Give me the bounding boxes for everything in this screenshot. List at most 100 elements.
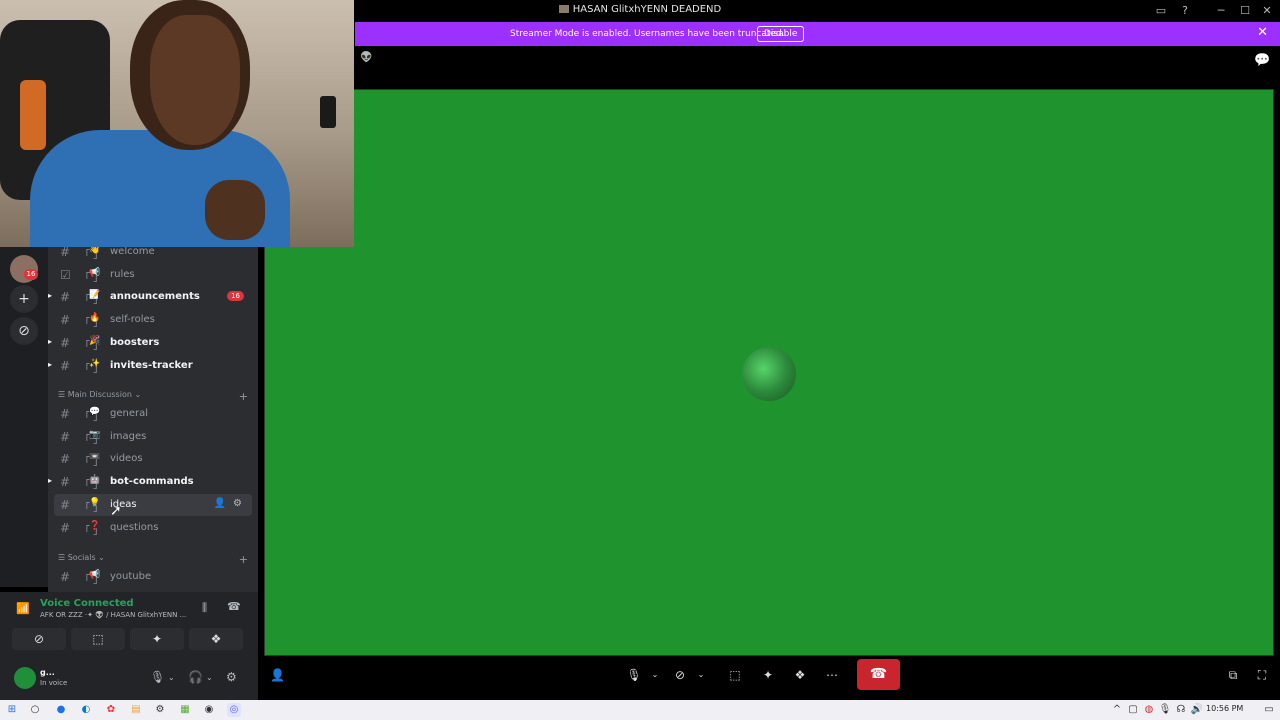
more-options-icon[interactable]: ⋯ bbox=[824, 664, 840, 686]
chrome-icon[interactable]: ● bbox=[54, 703, 68, 717]
category-socials[interactable]: ☰ Socials ⌄ + bbox=[58, 553, 248, 567]
channel-bot-commands[interactable]: ▸ # 「 」 🤖 bot-commands bbox=[48, 471, 258, 493]
clock[interactable]: 10:56 PM bbox=[1206, 704, 1243, 713]
channel-welcome[interactable]: # 「 」 👋 welcome bbox=[48, 247, 258, 263]
channel-name: bot-commands bbox=[110, 476, 194, 488]
phone-on-wall bbox=[320, 96, 336, 128]
windows-taskbar: ⊞ ○ ● ◐ ✿ ▤ ⚙ ▦ ◉ ◎ ^ ▢ ◍ 🎙 ☊ 🔊 10:56 PM… bbox=[0, 700, 1280, 720]
disable-streamer-mode-button[interactable]: Disable bbox=[757, 26, 805, 42]
channel-name: welcome bbox=[110, 247, 155, 257]
app-icon[interactable]: ▦ bbox=[178, 703, 192, 717]
close-button[interactable]: ✕ bbox=[1258, 2, 1276, 20]
voice-status[interactable]: Voice Connected bbox=[40, 598, 134, 609]
channel-boosters[interactable]: ▸ # 「 」 🎉 boosters bbox=[48, 332, 258, 354]
tray-network-icon[interactable]: ☊ bbox=[1174, 703, 1188, 717]
unread-indicator-icon: ▸ bbox=[48, 336, 53, 346]
channel-name: videos bbox=[110, 453, 143, 465]
chair-accent bbox=[20, 80, 46, 150]
add-person-icon[interactable]: 👤 bbox=[270, 664, 285, 686]
discover-icon[interactable]: ⊘ bbox=[10, 317, 38, 345]
username[interactable]: g... bbox=[40, 668, 55, 677]
channel-emoji: 📷 bbox=[89, 429, 101, 440]
inbox-icon[interactable]: ▭ bbox=[1152, 2, 1170, 20]
chat-bubble-icon[interactable]: 💬 bbox=[1254, 53, 1270, 68]
banner-close-icon[interactable]: ✕ bbox=[1257, 25, 1268, 40]
microphone-icon[interactable]: 🎙 bbox=[626, 664, 642, 686]
category-label: Main Discussion bbox=[67, 390, 132, 399]
end-call-button[interactable]: ☎ bbox=[857, 659, 900, 690]
help-icon[interactable]: ? bbox=[1176, 2, 1194, 20]
channel-youtube[interactable]: # 「 」 📢 youtube bbox=[48, 566, 258, 588]
maximize-button[interactable]: ☐ bbox=[1236, 2, 1254, 20]
popout-icon[interactable]: ⧉ bbox=[1225, 664, 1241, 686]
chevron-down-icon[interactable]: ⌄ bbox=[206, 673, 213, 682]
channel-name: images bbox=[110, 430, 147, 442]
signal-icon[interactable]: 📶 bbox=[16, 602, 30, 615]
voice-channel-path[interactable]: AFK OR ZZZ ·✦ 👽 / HASAN GlitxhYENN ... bbox=[40, 611, 200, 619]
noise-suppression-icon[interactable]: ⫼ bbox=[202, 601, 207, 615]
activities-button[interactable]: ✦ bbox=[130, 628, 184, 650]
channel-ideas[interactable]: # 「 」 💡 ideas 👤 ⚙ bbox=[54, 493, 252, 516]
activities-icon[interactable]: ✦ bbox=[760, 664, 776, 686]
fullscreen-icon[interactable]: ⛶ bbox=[1254, 664, 1270, 686]
chevron-down-icon[interactable]: ⌄ bbox=[696, 664, 706, 686]
user-panel: g... In voice 🎙 ⌄ 🎧 ⌄ ⚙ bbox=[0, 662, 258, 700]
category-collapse-icon: ☰ bbox=[58, 553, 68, 562]
participant-avatar[interactable] bbox=[742, 347, 796, 401]
channel-name: announcements bbox=[110, 291, 200, 303]
server-thumb-icon bbox=[558, 5, 569, 13]
windows-start-icon[interactable]: ⊞ bbox=[5, 703, 19, 717]
channel-emoji: 🎉 bbox=[89, 335, 101, 346]
add-channel-icon[interactable]: + bbox=[239, 390, 248, 403]
channel-videos[interactable]: # 「 」 📼 videos bbox=[48, 448, 258, 470]
tray-volume-icon[interactable]: 🔊 bbox=[1190, 703, 1204, 717]
camera-off-button[interactable]: ⊘ bbox=[12, 628, 66, 650]
user-avatar[interactable] bbox=[14, 667, 36, 689]
settings-icon[interactable]: ⚙ bbox=[153, 703, 167, 717]
text-channel-icon: # bbox=[60, 358, 71, 373]
tray-icon[interactable]: ▢ bbox=[1126, 703, 1140, 717]
channel-announcements[interactable]: ▸ # 「 」 📝 announcements 16 bbox=[48, 286, 258, 308]
soundboard-button[interactable]: ❖ bbox=[189, 628, 243, 650]
invite-icon[interactable]: 👤 bbox=[214, 498, 226, 509]
chevron-down-icon[interactable]: ⌄ bbox=[168, 673, 175, 682]
microphone-icon[interactable]: 🎙 bbox=[150, 670, 165, 684]
tray-chevron-icon[interactable]: ^ bbox=[1110, 703, 1124, 717]
screen-share-button[interactable]: ⬚ bbox=[71, 628, 125, 650]
tray-mic-icon[interactable]: 🎙 bbox=[1158, 703, 1172, 717]
category-main-discussion[interactable]: ☰ Main Discussion ⌄ + bbox=[58, 390, 248, 404]
camera-off-icon[interactable]: ⊘ bbox=[672, 664, 688, 686]
tray-icon[interactable]: ◍ bbox=[1142, 703, 1156, 717]
category-collapse-icon: ☰ bbox=[58, 390, 68, 399]
channel-self-roles[interactable]: # 「 」 🔥 self-roles bbox=[48, 309, 258, 331]
add-channel-icon[interactable]: + bbox=[239, 553, 248, 566]
edge-icon[interactable]: ◐ bbox=[79, 703, 93, 717]
channel-questions[interactable]: # 「 」 ❓ questions bbox=[48, 517, 258, 539]
minimize-button[interactable]: ─ bbox=[1212, 2, 1230, 20]
user-status: In voice bbox=[40, 679, 68, 687]
server-mention-badge: 16 bbox=[24, 269, 38, 280]
file-explorer-icon[interactable]: ▤ bbox=[129, 703, 143, 717]
screen-share-icon[interactable]: ⬚ bbox=[727, 664, 743, 686]
settings-gear-icon[interactable]: ⚙ bbox=[226, 670, 237, 684]
discord-icon[interactable]: ◎ bbox=[227, 703, 241, 717]
headphones-icon[interactable]: 🎧 bbox=[188, 670, 203, 684]
channel-invites-tracker[interactable]: ▸ # 「 」 ✨ invites-tracker bbox=[48, 355, 258, 377]
channel-settings-icon[interactable]: ⚙ bbox=[233, 498, 242, 509]
search-icon[interactable]: ○ bbox=[28, 703, 42, 717]
app-icon[interactable]: ✿ bbox=[104, 703, 118, 717]
add-server-icon[interactable]: + bbox=[10, 285, 38, 313]
channel-general[interactable]: # 「 」 💬 general bbox=[48, 403, 258, 425]
category-label: Socials bbox=[67, 553, 96, 562]
soundboard-icon[interactable]: ❖ bbox=[792, 664, 808, 686]
notification-icon[interactable]: ▭ bbox=[1262, 703, 1276, 717]
chevron-down-icon[interactable]: ⌄ bbox=[650, 664, 660, 686]
channel-images[interactable]: # 「 」 📷 images bbox=[48, 426, 258, 448]
unread-indicator-icon: ▸ bbox=[48, 476, 53, 486]
obs-icon[interactable]: ◉ bbox=[202, 703, 216, 717]
server-rail: 16 + ⊘ bbox=[0, 247, 48, 587]
channel-name: rules bbox=[110, 268, 135, 280]
channel-rules[interactable]: ☑ 「 」 📢 rules bbox=[48, 264, 258, 286]
disconnect-icon[interactable]: ☎ bbox=[227, 600, 241, 613]
channel-emoji: 🔥 bbox=[89, 313, 101, 324]
